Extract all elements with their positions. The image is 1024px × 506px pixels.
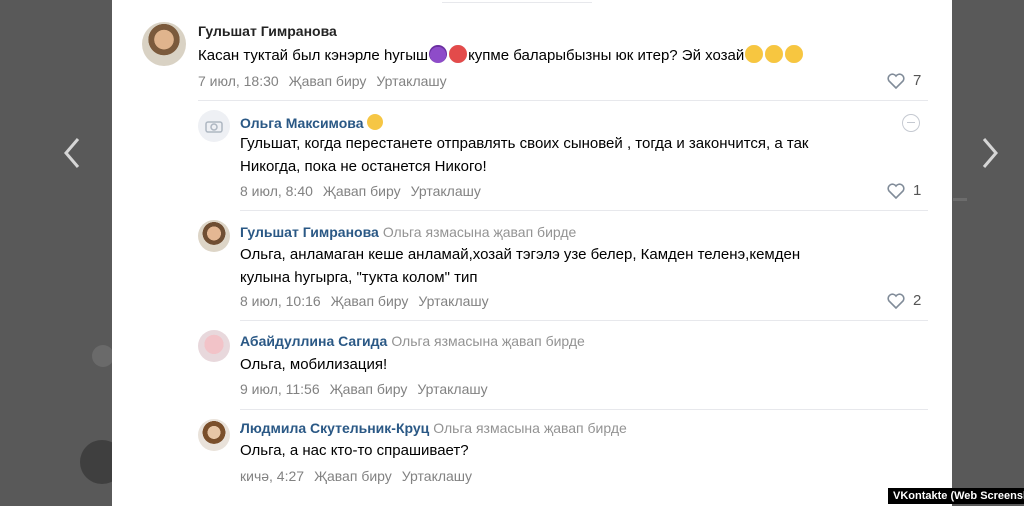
comment-date[interactable]: 9 июл, 11:56 [240, 381, 320, 397]
heart-icon [887, 292, 905, 309]
avatar[interactable] [198, 110, 230, 142]
author-name[interactable]: Людмила Скутельник-Круц [240, 420, 429, 436]
comment-date[interactable]: 8 июл, 8:40 [240, 183, 313, 199]
share-link[interactable]: Уртаклашу [418, 293, 488, 309]
comment-meta: 8 июл, 8:40 Җавап биру Уртаклашу [240, 183, 491, 199]
camera-icon [205, 121, 223, 133]
comment-text: Никогда, пока не останется Никого! [240, 158, 487, 175]
comment-text-part: Касан туктай был кэнэрле һугыш [198, 47, 429, 64]
like-count: 7 [913, 72, 922, 89]
like-button[interactable]: 7 [887, 72, 921, 89]
author-name[interactable]: Гульшат Гимранова [240, 224, 379, 240]
reply-link[interactable]: Җавап биру [330, 381, 408, 397]
comment-meta: 8 июл, 10:16 Җавап биру Уртаклашу [240, 293, 499, 309]
heart-icon [887, 182, 905, 199]
reply-to-label[interactable]: Ольга язмасына җавап бирде [383, 224, 577, 240]
comment-meta: кичә, 4:27 Җавап биру Уртаклашу [240, 468, 482, 484]
comment-divider [198, 100, 928, 101]
comment-text-part: купме баларыбызны юк итер? Эй хозай [468, 47, 745, 64]
reply-to-label[interactable]: Ольга язмасына җавап бирде [391, 333, 585, 349]
crying-emoji-icon [785, 45, 804, 63]
reply-to-label[interactable]: Ольга язмасына җавап бирде [433, 420, 627, 436]
background-left [0, 0, 110, 506]
crying-emoji-icon [765, 45, 784, 63]
heart-icon [887, 72, 905, 89]
reply-link[interactable]: Җавап биру [289, 73, 367, 89]
avatar[interactable] [198, 330, 230, 362]
comment-divider [240, 210, 928, 211]
avatar[interactable] [142, 22, 186, 66]
share-link[interactable]: Уртаклашу [417, 381, 487, 397]
devil-emoji-icon [429, 45, 448, 63]
avatar[interactable] [198, 220, 230, 252]
angry-emoji-icon [449, 45, 468, 63]
reply-link[interactable]: Җавап биру [331, 293, 409, 309]
comment-author: Людмила Скутельник-Круц Ольга язмасына җа… [240, 420, 627, 436]
background-divider [953, 198, 967, 201]
share-link[interactable]: Уртаклашу [411, 183, 481, 199]
top-divider [442, 0, 592, 3]
chevron-right-icon[interactable] [976, 133, 1004, 173]
comment-divider [240, 320, 928, 321]
comment-text: Ольга, мобилизация! [240, 356, 388, 373]
background-avatar [92, 345, 114, 367]
comment-date[interactable]: 7 июл, 18:30 [198, 73, 279, 89]
comment-text: кулына һугырга, "тукта колом" тип [240, 269, 478, 286]
close-icon[interactable] [902, 114, 920, 132]
chevron-left-icon[interactable] [58, 133, 86, 173]
comment-meta: 7 июл, 18:30 Җавап биру Уртаклашу [198, 73, 457, 89]
smile-emoji-icon [367, 114, 384, 130]
avatar[interactable] [198, 419, 230, 451]
comment-divider [240, 409, 928, 410]
comment-text: Ольга, анламаган кеше анламай,хозай тэгэ… [240, 246, 801, 263]
like-count: 1 [913, 182, 922, 199]
author-name[interactable]: Абайдуллина Сагида [240, 333, 387, 349]
reply-link[interactable]: Җавап биру [323, 183, 401, 199]
comments-panel: Гульшат Гимранова Касан туктай был кэнэр… [112, 0, 952, 506]
like-button[interactable]: 1 [887, 182, 921, 199]
comment-author[interactable]: Ольга Максимова [240, 114, 384, 131]
like-count: 2 [913, 292, 922, 309]
author-name[interactable]: Ольга Максимова [240, 115, 363, 131]
comment-author: Гульшат Гимранова Ольга язмасына җавап би… [240, 224, 576, 240]
comment-text: Касан туктай был кэнэрле һугыш купме бала… [198, 45, 804, 67]
reply-link[interactable]: Җавап биру [314, 468, 392, 484]
comment-author[interactable]: Гульшат Гимранова [198, 23, 337, 39]
background-right [952, 0, 1024, 506]
comment-text: Ольга, а нас кто-то спрашивает? [240, 442, 469, 459]
crying-emoji-icon [745, 45, 764, 63]
comment-date[interactable]: 8 июл, 10:16 [240, 293, 321, 309]
like-button[interactable]: 2 [887, 292, 921, 309]
source-watermark: VKontakte (Web Screenshot) [888, 488, 1024, 504]
comment-text: Гульшат, когда перестанете отправлять св… [240, 135, 809, 152]
share-link[interactable]: Уртаклашу [376, 73, 446, 89]
comment-meta: 9 июл, 11:56 Җавап биру Уртаклашу [240, 381, 498, 397]
comment-author: Абайдуллина Сагида Ольга язмасына җавап б… [240, 333, 585, 349]
share-link[interactable]: Уртаклашу [402, 468, 472, 484]
comment-date[interactable]: кичә, 4:27 [240, 468, 304, 484]
